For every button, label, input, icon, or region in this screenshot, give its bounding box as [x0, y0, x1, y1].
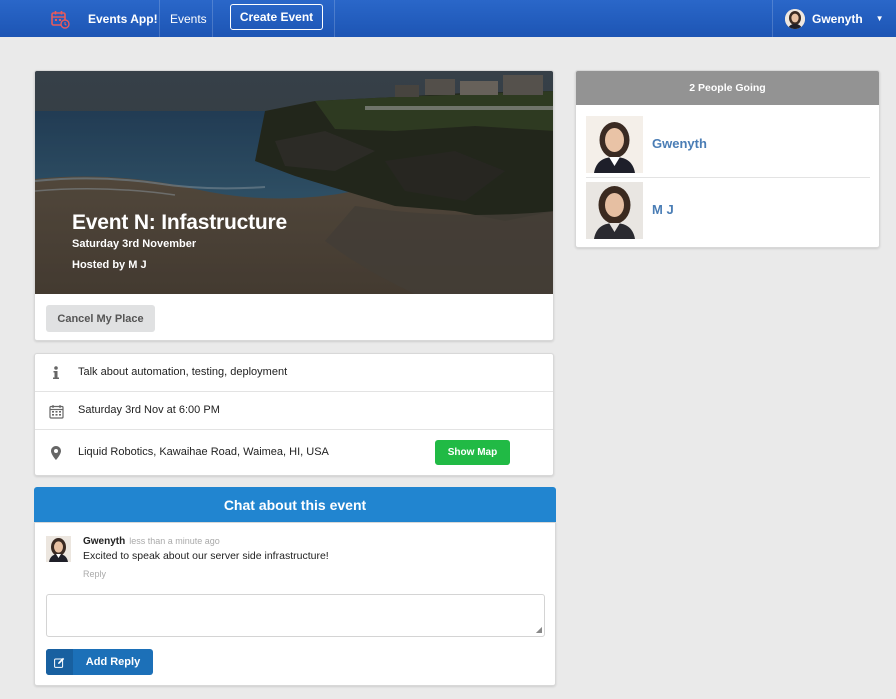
info-icon	[48, 365, 64, 381]
attendee-item[interactable]: M J	[586, 177, 870, 243]
comment-author-name[interactable]: Gwenyth	[83, 536, 125, 547]
nav-divider	[334, 0, 335, 37]
nav-divider	[212, 0, 213, 37]
caret-down-icon: ▼	[875, 14, 884, 23]
comment-timestamp: less than a minute ago	[129, 536, 220, 546]
location-row: Liquid Robotics, Kawaihae Road, Waimea, …	[35, 430, 553, 476]
event-details-card: Talk about automation, testing, deployme…	[34, 353, 554, 476]
event-hero-text: Event N: Infastructure Saturday 3rd Nove…	[72, 211, 287, 271]
event-host: Hosted by M J	[72, 259, 147, 271]
datetime-row: Saturday 3rd Nov at 6:00 PM	[35, 392, 553, 430]
chat-header: Chat about this event	[34, 487, 556, 523]
event-location: Liquid Robotics, Kawaihae Road, Waimea, …	[78, 446, 329, 458]
event-title: Event N: Infastructure	[72, 211, 287, 234]
user-name: Gwenyth	[812, 11, 863, 26]
user-avatar	[785, 8, 805, 29]
event-date: Saturday 3rd November	[72, 238, 197, 250]
add-reply-label: Add Reply	[85, 656, 141, 668]
app-brand[interactable]: Events App!	[88, 0, 158, 37]
create-event-button[interactable]: Create Event	[230, 4, 323, 30]
attendee-name[interactable]: M J	[652, 202, 674, 217]
attendee-item[interactable]: Gwenyth	[586, 111, 870, 177]
top-navbar: Events App! Events Create Event Gwenyth …	[0, 0, 896, 37]
attendees-count-header: 2 People Going	[576, 71, 879, 105]
cancel-my-place-button[interactable]: Cancel My Place	[46, 305, 155, 332]
nav-divider	[159, 0, 160, 37]
event-datetime: Saturday 3rd Nov at 6:00 PM	[78, 404, 220, 416]
calendar-icon	[48, 403, 64, 419]
comment-text: Excited to speak about our server side i…	[83, 550, 329, 562]
description-row: Talk about automation, testing, deployme…	[35, 354, 553, 392]
event-description: Talk about automation, testing, deployme…	[78, 366, 288, 378]
reply-textarea[interactable]: ◢	[46, 594, 545, 637]
edit-icon	[46, 649, 73, 675]
attendees-card: 2 People Going Gwenyth M J	[575, 70, 880, 248]
comment-avatar	[46, 536, 71, 562]
attendee-photo	[586, 116, 643, 173]
event-header-card: Event N: Infastructure Saturday 3rd Nove…	[34, 70, 554, 341]
map-marker-icon	[48, 445, 64, 461]
comment-reply-link[interactable]: Reply	[83, 569, 106, 579]
user-menu[interactable]: Gwenyth ▼	[785, 0, 884, 37]
app-logo-icon[interactable]	[49, 0, 71, 37]
show-map-button[interactable]: Show Map	[435, 440, 510, 465]
chat-card: Gwenyth less than a minute ago Excited to…	[34, 522, 556, 686]
attendee-photo	[586, 182, 643, 239]
resize-handle-icon[interactable]: ◢	[536, 625, 542, 634]
add-reply-button[interactable]: Add Reply	[46, 649, 153, 675]
nav-divider	[772, 0, 773, 37]
comment-author[interactable]: Gwenyth less than a minute ago	[83, 536, 220, 547]
attendee-name[interactable]: Gwenyth	[652, 136, 707, 151]
nav-events-link[interactable]: Events	[170, 0, 207, 37]
